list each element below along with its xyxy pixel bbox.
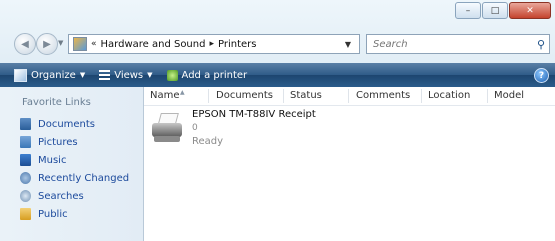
- printer-status: Ready: [192, 136, 224, 147]
- favorite-link-label: Searches: [38, 190, 84, 202]
- recent-pages-dropdown[interactable]: ▼: [58, 39, 63, 47]
- favorite-link-label: Music: [38, 154, 67, 166]
- close-icon: ✕: [526, 5, 534, 16]
- explorer-window: – □ ✕ ◀ ▶ ▼ « Hardware and Sound ▸ Print…: [0, 0, 555, 241]
- column-header-model[interactable]: Model: [494, 90, 524, 101]
- back-arrow-icon: ◀: [21, 38, 29, 50]
- favorite-link-label: Pictures: [38, 136, 78, 148]
- file-list-pane: Name ▲ Documents Status Comments Location…: [144, 87, 555, 241]
- command-bar: Organize ▼ Views ▼ Add a printer ?: [0, 63, 555, 87]
- chevron-down-icon: ▼: [79, 71, 86, 79]
- favorite-link-documents[interactable]: Documents: [20, 115, 143, 133]
- favorite-link-label: Recently Changed: [38, 172, 130, 184]
- search-icon[interactable]: ⚲: [537, 38, 545, 51]
- favorite-link-recently-changed[interactable]: Recently Changed: [20, 169, 143, 187]
- favorite-link-music[interactable]: Music: [20, 151, 143, 169]
- help-icon: ?: [538, 70, 545, 81]
- printer-name: EPSON TM-T88IV Receipt: [192, 109, 316, 120]
- pictures-icon: [20, 136, 31, 148]
- control-panel-icon: [73, 37, 87, 51]
- music-icon: [20, 154, 31, 166]
- column-divider[interactable]: [421, 89, 422, 103]
- add-printer-label: Add a printer: [181, 69, 248, 81]
- documents-icon: [20, 118, 31, 130]
- search-box: ⚲: [366, 34, 550, 54]
- column-header-label: Name: [150, 90, 180, 101]
- sort-ascending-icon: ▲: [180, 89, 185, 96]
- printer-icon: [150, 113, 184, 143]
- favorite-link-label: Public: [38, 208, 68, 220]
- public-folder-icon: [20, 208, 31, 220]
- navigation-pane: Favorite Links Documents Pictures Music …: [0, 87, 144, 241]
- favorite-link-searches[interactable]: Searches: [20, 187, 143, 205]
- column-header-location[interactable]: Location: [428, 90, 470, 101]
- printer-document-count: 0: [192, 123, 198, 133]
- searches-icon: [20, 190, 31, 202]
- favorite-links-list: Documents Pictures Music Recently Change…: [0, 115, 143, 223]
- back-button[interactable]: ◀: [14, 33, 36, 55]
- minimize-button[interactable]: –: [455, 2, 481, 19]
- address-bar[interactable]: « Hardware and Sound ▸ Printers ▼: [68, 34, 360, 54]
- breadcrumb-hardware-and-sound[interactable]: Hardware and Sound: [101, 39, 206, 50]
- column-header-documents[interactable]: Documents: [216, 90, 273, 101]
- column-divider[interactable]: [487, 89, 488, 103]
- address-dropdown-icon[interactable]: ▼: [345, 40, 351, 49]
- help-button[interactable]: ?: [534, 68, 549, 83]
- column-headers: Name ▲ Documents Status Comments Location…: [144, 87, 555, 106]
- organize-icon: [14, 68, 27, 82]
- breadcrumb-separator[interactable]: ▸: [209, 39, 214, 49]
- close-button[interactable]: ✕: [509, 2, 551, 19]
- organize-button[interactable]: Organize ▼: [14, 68, 86, 82]
- column-divider[interactable]: [348, 89, 349, 103]
- breadcrumb-overflow[interactable]: «: [91, 39, 97, 49]
- printer-item[interactable]: EPSON TM-T88IV Receipt 0 Ready: [150, 109, 350, 153]
- views-icon: [99, 69, 111, 81]
- forward-button[interactable]: ▶: [36, 33, 58, 55]
- breadcrumb-printers[interactable]: Printers: [218, 39, 256, 50]
- views-button[interactable]: Views ▼: [99, 69, 153, 81]
- add-printer-button[interactable]: Add a printer: [166, 69, 248, 81]
- organize-label: Organize: [31, 69, 76, 81]
- window-controls: – □ ✕: [455, 2, 551, 19]
- column-header-name[interactable]: Name ▲: [150, 89, 185, 101]
- maximize-button[interactable]: □: [482, 2, 508, 19]
- column-divider[interactable]: [283, 89, 284, 103]
- column-divider[interactable]: [208, 89, 209, 103]
- favorite-link-pictures[interactable]: Pictures: [20, 133, 143, 151]
- favorite-link-public[interactable]: Public: [20, 205, 143, 223]
- maximize-icon: □: [490, 5, 500, 16]
- forward-arrow-icon: ▶: [43, 38, 51, 50]
- search-input[interactable]: [371, 37, 525, 51]
- add-printer-icon: [166, 69, 178, 81]
- chevron-down-icon: ▼: [147, 71, 153, 79]
- views-label: Views: [114, 69, 144, 81]
- favorite-link-label: Documents: [38, 118, 96, 130]
- column-header-comments[interactable]: Comments: [356, 90, 410, 101]
- minimize-icon: –: [465, 5, 471, 16]
- recently-changed-icon: [20, 172, 31, 184]
- favorite-links-heading: Favorite Links: [22, 97, 91, 108]
- address-row: ◀ ▶ ▼ « Hardware and Sound ▸ Printers ▼ …: [6, 32, 551, 56]
- column-header-status[interactable]: Status: [290, 90, 322, 101]
